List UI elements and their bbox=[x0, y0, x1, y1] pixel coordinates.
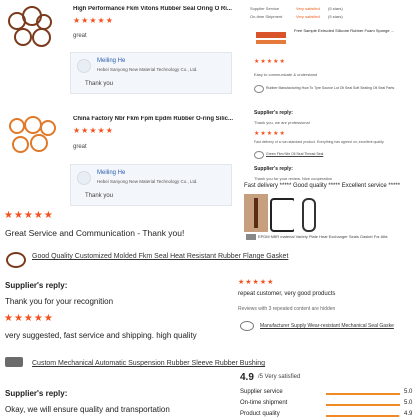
rating-stars: ★★★★★ bbox=[254, 131, 286, 137]
product-thumbnail-orings-2[interactable] bbox=[4, 112, 60, 162]
summary-label: On-time shipment bbox=[240, 400, 288, 406]
supplier-reply: Okay, we will ensure quality and transpo… bbox=[5, 405, 170, 414]
hidden-reviews-note: Reviews with 3 repeated content are hidd… bbox=[238, 306, 336, 312]
rating-stars: ★★★★★ bbox=[254, 59, 286, 65]
product-bushing-icon bbox=[5, 357, 23, 367]
review-photo[interactable] bbox=[244, 194, 268, 232]
product-ring-icon bbox=[6, 252, 26, 268]
supplier-service-label: Supplier Service bbox=[250, 6, 280, 11]
ontime-label: On-time Shipment bbox=[250, 14, 283, 19]
summary-bar-fill bbox=[326, 404, 400, 406]
seller-name: Meiling He bbox=[97, 58, 126, 64]
ontime-value: Very satisfied bbox=[296, 14, 320, 19]
summary-bar-fill bbox=[326, 393, 400, 395]
summary-value: 4.9 bbox=[404, 411, 413, 417]
summary-bar-fill bbox=[326, 415, 399, 417]
rating-stars: ★★★★★ bbox=[4, 313, 54, 324]
supplier-reply-label: Supplier's reply: bbox=[254, 110, 293, 116]
review-text: repeat customer, very good products bbox=[238, 291, 336, 297]
product-icon bbox=[254, 85, 264, 93]
ontime-count: (5 stars) bbox=[328, 14, 343, 19]
product-link[interactable]: Good Quality Customized Molded Fkm Seal … bbox=[32, 253, 288, 260]
supplier-reply-label: Supplier's reply: bbox=[5, 389, 68, 398]
summary-bar bbox=[326, 393, 400, 395]
supplier-reply-1: Thank you, we are professional bbox=[254, 120, 310, 125]
overall-score: 4.9 bbox=[240, 372, 254, 383]
seller-company: Hebei Sanyong New Material Technology Co… bbox=[97, 67, 198, 72]
summary-bar bbox=[326, 415, 400, 417]
review-photo[interactable] bbox=[268, 194, 294, 232]
seller-reply: Thank you bbox=[85, 81, 114, 87]
supplier-service-count: (5 stars) bbox=[328, 6, 343, 11]
product-link[interactable]: Manufacturer Supply Wear-resistant Mecha… bbox=[260, 323, 394, 329]
supplier-service-value: Very satisfied bbox=[296, 6, 320, 11]
summary-label: Supplier service bbox=[240, 389, 283, 395]
summary-value: 5.0 bbox=[404, 400, 413, 406]
product-link-1[interactable]: Rubber Manufacturing How To Tyre Source … bbox=[266, 86, 418, 90]
sample-thumbnail[interactable] bbox=[254, 26, 288, 50]
product-icon bbox=[254, 151, 264, 159]
product-title[interactable]: China Factory Nbr Fkm Fpm Epdm Rubber O-… bbox=[73, 116, 241, 122]
easy-communicate-text: Easy to communicate & understand bbox=[254, 72, 318, 77]
product-icon bbox=[246, 234, 256, 240]
sample-title[interactable]: Free Sample Extruded Silicone Rubber Foa… bbox=[294, 28, 418, 33]
supplier-reply-label: Supplier's reply: bbox=[254, 166, 293, 172]
product-icon bbox=[240, 321, 254, 331]
overall-score-label: /5 Very satisfied bbox=[258, 374, 301, 380]
review-text: very suggested, fast service and shippin… bbox=[5, 331, 197, 340]
rating-stars: ★★★★★ bbox=[73, 16, 114, 25]
summary-bar bbox=[326, 404, 400, 406]
seller-name: Meiling He bbox=[97, 170, 126, 176]
seller-company: Hebei Sanyong New Material Technology Co… bbox=[97, 179, 198, 184]
fast-delivery-text: Fast delivery of a non-standard product.… bbox=[254, 140, 385, 144]
product-title[interactable]: High Performance Fkm Vitons Rubber Seal … bbox=[73, 6, 241, 12]
product-link-3[interactable]: EPDM NBR material Variety Plate Heat Exc… bbox=[258, 234, 418, 239]
seller-avatar bbox=[77, 59, 91, 73]
seller-reply-card: Meiling He Hebei Sanyong New Material Te… bbox=[70, 52, 232, 94]
rating-stars: ★★★★★ bbox=[4, 210, 54, 221]
supplier-reply: Thank you for your recognition bbox=[5, 297, 114, 306]
review-text: great bbox=[73, 33, 87, 39]
rating-stars: ★★★★★ bbox=[73, 126, 114, 135]
review-text: great bbox=[73, 144, 87, 150]
seller-reply-card: Meiling He Hebei Sanyong New Material Te… bbox=[70, 164, 232, 206]
product-thumbnail-orings[interactable] bbox=[4, 2, 60, 52]
fast-delivery-summary: Fast delivery ***** Good quality ***** E… bbox=[244, 183, 401, 189]
review-photo[interactable] bbox=[294, 194, 320, 232]
product-link-2[interactable]: Green Fkm Nbr Oil Seal Thread Seal bbox=[266, 152, 323, 156]
review-text: Great Service and Communication - Thank … bbox=[5, 228, 185, 238]
supplier-reply-2: Thank you for your review. Nice cooperat… bbox=[254, 176, 333, 181]
seller-reply: Thank you bbox=[85, 193, 114, 199]
rating-stars: ★★★★★ bbox=[238, 279, 275, 286]
product-link[interactable]: Custom Mechanical Automatic Suspension R… bbox=[32, 360, 265, 367]
supplier-reply-label: Supplier's reply: bbox=[5, 281, 68, 290]
seller-avatar bbox=[77, 171, 91, 185]
summary-label: Product quality bbox=[240, 411, 280, 417]
summary-value: 5.0 bbox=[404, 389, 413, 395]
